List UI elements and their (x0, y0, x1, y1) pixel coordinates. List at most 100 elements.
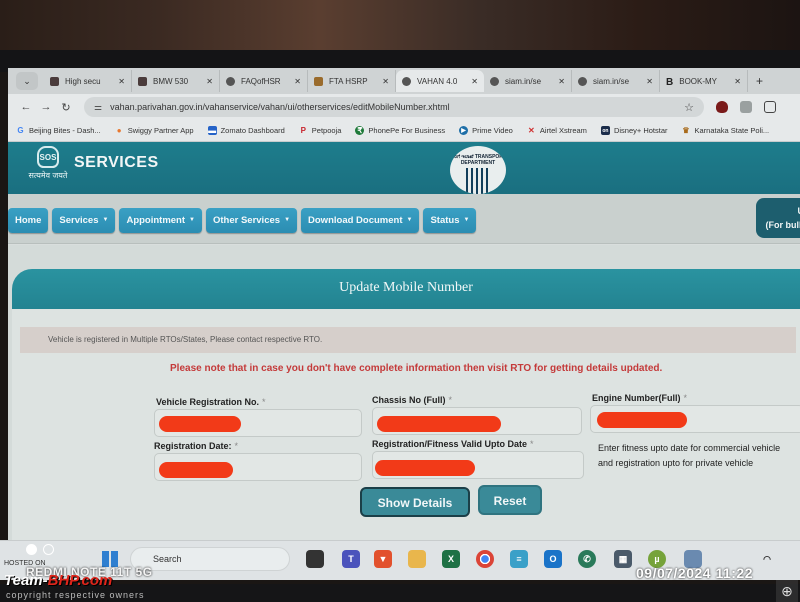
helper-line2: and registration upto for private vehicl… (598, 458, 754, 468)
prime-video-icon: ▶ (459, 126, 469, 135)
extensions-puzzle-icon[interactable] (764, 101, 776, 113)
reg-no-input[interactable] (154, 409, 362, 437)
calculator-icon[interactable]: ▦ (614, 550, 632, 568)
forward-icon[interactable]: → (36, 101, 56, 113)
required-mark: * (262, 397, 266, 407)
photo-indicator (26, 544, 54, 555)
teams-icon[interactable]: T (342, 550, 360, 568)
chrome-icon[interactable] (476, 550, 494, 568)
ublock-extension-icon[interactable] (716, 101, 728, 113)
required-mark: * (683, 393, 688, 403)
excel-icon[interactable]: X (442, 550, 460, 568)
zoom-in-icon[interactable]: ⊕ (776, 580, 798, 602)
nav-services[interactable]: Services ▼ (52, 208, 116, 233)
url-text[interactable]: vahan.parivahan.gov.in/vahanservice/vaha… (110, 102, 684, 112)
reg-date-input[interactable] (154, 453, 362, 481)
nav-label: Services (59, 215, 99, 226)
tab-search-button[interactable]: ⌄ (16, 72, 38, 90)
tab-high-security[interactable]: High secu ✕ (44, 70, 132, 92)
new-tab-button[interactable]: + (756, 74, 763, 88)
tab-label: BOOK-MY (679, 76, 718, 86)
bookmark-star-icon[interactable]: ☆ (684, 101, 694, 114)
bookmark-prime-video[interactable]: ▶ Prime Video (459, 126, 513, 135)
bookmark-phonepe[interactable]: ₹ PhonePe For Business (355, 126, 445, 135)
swiggy-icon: ● (116, 126, 122, 135)
nav-download-document[interactable]: Download Document ▼ (301, 208, 420, 233)
tab-fta-hsrp[interactable]: FTA HSRP ✕ (308, 70, 396, 92)
bookmarks-bar: G Beijing Bites - Dash... ● Swiggy Partner… (8, 120, 800, 142)
tab-vahan[interactable]: VAHAN 4.0 ✕ (396, 70, 484, 92)
tab-faq-hsrp[interactable]: FAQofHSR ✕ (220, 70, 308, 92)
phonepe-icon: ₹ (355, 126, 365, 135)
label-text: Vehicle Registration No. (156, 397, 260, 407)
reload-icon[interactable]: ↻ (56, 101, 76, 114)
bookmark-label: Zomato Dashboard (220, 126, 285, 135)
tab-label: High secu (65, 76, 101, 86)
bookmark-airtel[interactable]: ✕ Airtel Xstream (527, 126, 587, 135)
reg-no-label: Vehicle Registration No. * (156, 397, 266, 407)
reset-button[interactable]: Reset (478, 485, 542, 515)
bookmark-label: PhonePe For Business (368, 126, 446, 135)
bookmark-label: Airtel Xstream (539, 126, 587, 135)
outlook-icon[interactable]: O (544, 550, 562, 568)
close-icon[interactable]: ✕ (382, 77, 389, 86)
close-icon[interactable]: ✕ (206, 77, 213, 86)
nav-appointment[interactable]: Appointment ▼ (119, 208, 202, 233)
valid-upto-input[interactable] (372, 451, 584, 479)
file-explorer-icon[interactable] (408, 550, 426, 568)
helper-line1: Enter fitness upto date for commercial v… (598, 443, 781, 453)
tab-label: BMW 530 (153, 76, 189, 86)
chassis-input[interactable] (372, 407, 582, 435)
taskbar-search[interactable]: Search (130, 547, 290, 571)
chassis-label: Chassis No (Full) * (372, 395, 452, 405)
address-bar[interactable]: ⚌ vahan.parivahan.gov.in/vahanservice/va… (84, 97, 704, 117)
main-content: Update Mobile Number Vehicle is register… (8, 245, 800, 580)
bookmark-beijing-bites[interactable]: G Beijing Bites - Dash... (16, 126, 100, 135)
user-box-line1: U (756, 204, 800, 218)
transport-department-logo: ಸಾರಿಗೆ ಇಲಾಖೆ TRANSPORT DEPARTMENT (450, 146, 506, 194)
nav-status[interactable]: Status ▼ (423, 208, 477, 233)
bookmark-label: Swiggy Partner App (127, 126, 194, 135)
nav-other-services[interactable]: Other Services ▼ (205, 208, 298, 233)
b-icon: B (666, 76, 674, 88)
bookmark-hotstar[interactable]: on Disney+ Hotstar (600, 126, 668, 135)
task-view-icon[interactable] (306, 550, 324, 568)
redaction-mark (159, 462, 233, 478)
tab-book-my[interactable]: B BOOK-MY ✕ (660, 70, 748, 92)
redaction-mark (375, 460, 475, 476)
required-mark: * (234, 441, 239, 451)
nav-home[interactable]: Home (8, 208, 49, 233)
back-icon[interactable]: ← (16, 101, 36, 113)
notepad-icon[interactable]: ≡ (510, 550, 528, 568)
brave-icon[interactable]: ▼ (374, 550, 392, 568)
close-icon[interactable]: ✕ (734, 77, 741, 86)
engine-input[interactable] (590, 405, 800, 433)
bookmark-petpooja[interactable]: P Petpooja (299, 126, 342, 135)
close-icon[interactable]: ✕ (118, 77, 125, 86)
extension-icon[interactable] (740, 101, 752, 113)
bookmark-swiggy[interactable]: ● Swiggy Partner App (115, 126, 194, 135)
whatsapp-icon[interactable]: ✆ (578, 550, 596, 568)
bookmark-zomato[interactable]: ▬ Zomato Dashboard (207, 126, 285, 135)
caret-down-icon: ▼ (463, 217, 470, 224)
close-icon[interactable]: ✕ (646, 77, 653, 86)
site-navbar: Home Services ▼ Appointment ▼ Other Servic… (8, 194, 800, 244)
bookmark-karnataka-police[interactable]: ♛ Karnataka State Poli... (682, 126, 769, 135)
close-icon[interactable]: ✕ (471, 77, 478, 86)
reg-date-label: Registration Date: * (154, 441, 238, 451)
site-icon (138, 76, 147, 86)
tab-siam-1[interactable]: siam.in/se ✕ (484, 70, 572, 92)
show-details-button[interactable]: Show Details (360, 487, 470, 517)
bulk-user-link[interactable]: U (For bulk (756, 198, 800, 238)
wifi-icon[interactable]: ◠ (758, 550, 776, 568)
info-note: Please note that in case you don't have … (170, 363, 663, 374)
close-icon[interactable]: ✕ (558, 77, 565, 86)
nav-label: Status (430, 215, 460, 226)
emblem-motto: सत्यमेव जयते (28, 171, 68, 180)
site-settings-icon[interactable]: ⚌ (94, 102, 102, 113)
tab-bmw[interactable]: BMW 530 ✕ (132, 70, 220, 92)
tab-siam-2[interactable]: siam.in/se ✕ (572, 70, 660, 92)
tab-label: FTA HSRP (329, 76, 368, 86)
hotstar-icon: on (600, 126, 610, 135)
close-icon[interactable]: ✕ (294, 77, 301, 86)
